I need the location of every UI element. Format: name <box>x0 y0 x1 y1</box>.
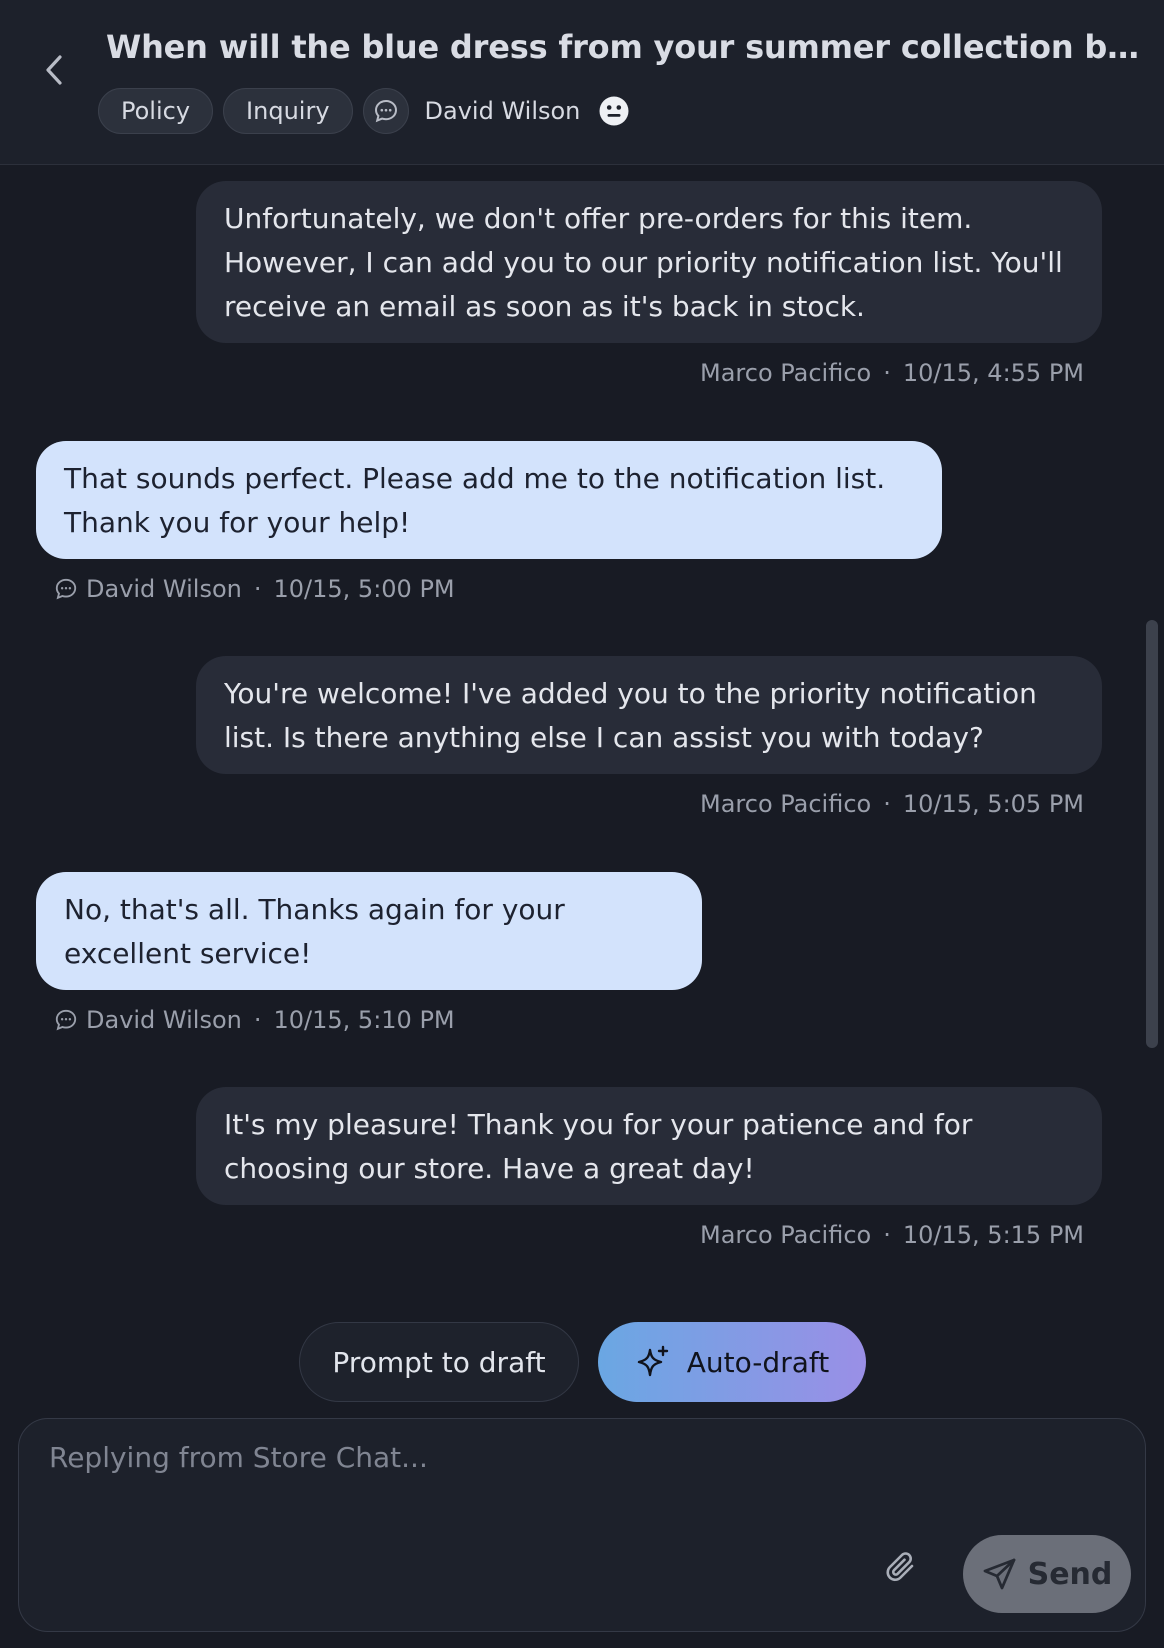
draft-actions: Prompt to draft Auto-draft <box>0 1322 1164 1402</box>
message-author: Marco Pacifico <box>700 359 872 387</box>
thread-scrollbar[interactable] <box>1146 620 1158 1048</box>
agent-message: It's my pleasure! Thank you for your pat… <box>196 1087 1102 1205</box>
customer-message: No, that's all. Thanks again for your ex… <box>36 872 702 990</box>
paperclip-icon <box>886 1552 914 1582</box>
auto-draft-label: Auto-draft <box>686 1345 830 1379</box>
meta-separator: · <box>883 790 891 818</box>
send-button[interactable]: Send <box>963 1535 1131 1613</box>
neutral-face-icon <box>599 96 629 126</box>
attach-button[interactable] <box>877 1541 925 1595</box>
message-author: Marco Pacifico <box>700 1221 872 1249</box>
tag-inquiry[interactable]: Inquiry <box>223 88 353 134</box>
reply-input[interactable] <box>47 1439 1111 1533</box>
back-button[interactable] <box>36 46 72 94</box>
chat-bubble-icon <box>374 99 397 123</box>
message-time: 10/15, 4:55 PM <box>902 359 1084 387</box>
sparkle-icon <box>637 1345 668 1377</box>
meta-separator: · <box>883 359 891 387</box>
message-time: 10/15, 5:00 PM <box>273 575 455 603</box>
conversation-header: When will the blue dress from your summe… <box>0 0 1164 165</box>
tag-policy[interactable]: Policy <box>98 88 214 134</box>
send-icon <box>983 1558 1015 1590</box>
agent-message: Unfortunately, we don't offer pre-orders… <box>196 181 1102 343</box>
message-time: 10/15, 5:05 PM <box>902 790 1084 818</box>
message-time: 10/15, 5:10 PM <box>273 1006 455 1034</box>
message-meta: Marco Pacifico · 10/15, 5:15 PM <box>700 1217 1084 1253</box>
customer-name[interactable]: David Wilson <box>425 97 581 125</box>
prompt-to-draft-button[interactable]: Prompt to draft <box>299 1322 579 1402</box>
message-time: 10/15, 5:15 PM <box>902 1221 1084 1249</box>
chevron-left-icon <box>46 55 62 85</box>
message-meta: Marco Pacifico · 10/15, 5:05 PM <box>700 786 1084 822</box>
reply-composer: Send <box>18 1418 1146 1632</box>
meta-separator: · <box>253 1006 262 1034</box>
message-author: Marco Pacifico <box>700 790 872 818</box>
auto-draft-button[interactable]: Auto-draft <box>598 1322 866 1402</box>
meta-separator: · <box>253 575 262 603</box>
send-label: Send <box>1027 1556 1113 1592</box>
customer-message: That sounds perfect. Please add me to th… <box>36 441 942 559</box>
message-meta: David Wilson · 10/15, 5:00 PM <box>54 571 455 607</box>
tag-row: Policy Inquiry David Wilson <box>98 88 630 134</box>
message-meta: David Wilson · 10/15, 5:10 PM <box>54 1002 455 1038</box>
chat-bubble-icon <box>55 1009 77 1031</box>
message-author: David Wilson <box>86 1006 242 1034</box>
channel-badge <box>362 88 409 134</box>
chat-bubble-icon <box>55 578 77 600</box>
message-author: David Wilson <box>86 575 242 603</box>
meta-separator: · <box>883 1221 891 1249</box>
message-meta: Marco Pacifico · 10/15, 4:55 PM <box>700 355 1084 391</box>
message-thread: Unfortunately, we don't offer pre-orders… <box>0 165 1164 1310</box>
conversation-title: When will the blue dress from your summe… <box>106 28 1146 66</box>
agent-message: You're welcome! I've added you to the pr… <box>196 656 1102 774</box>
